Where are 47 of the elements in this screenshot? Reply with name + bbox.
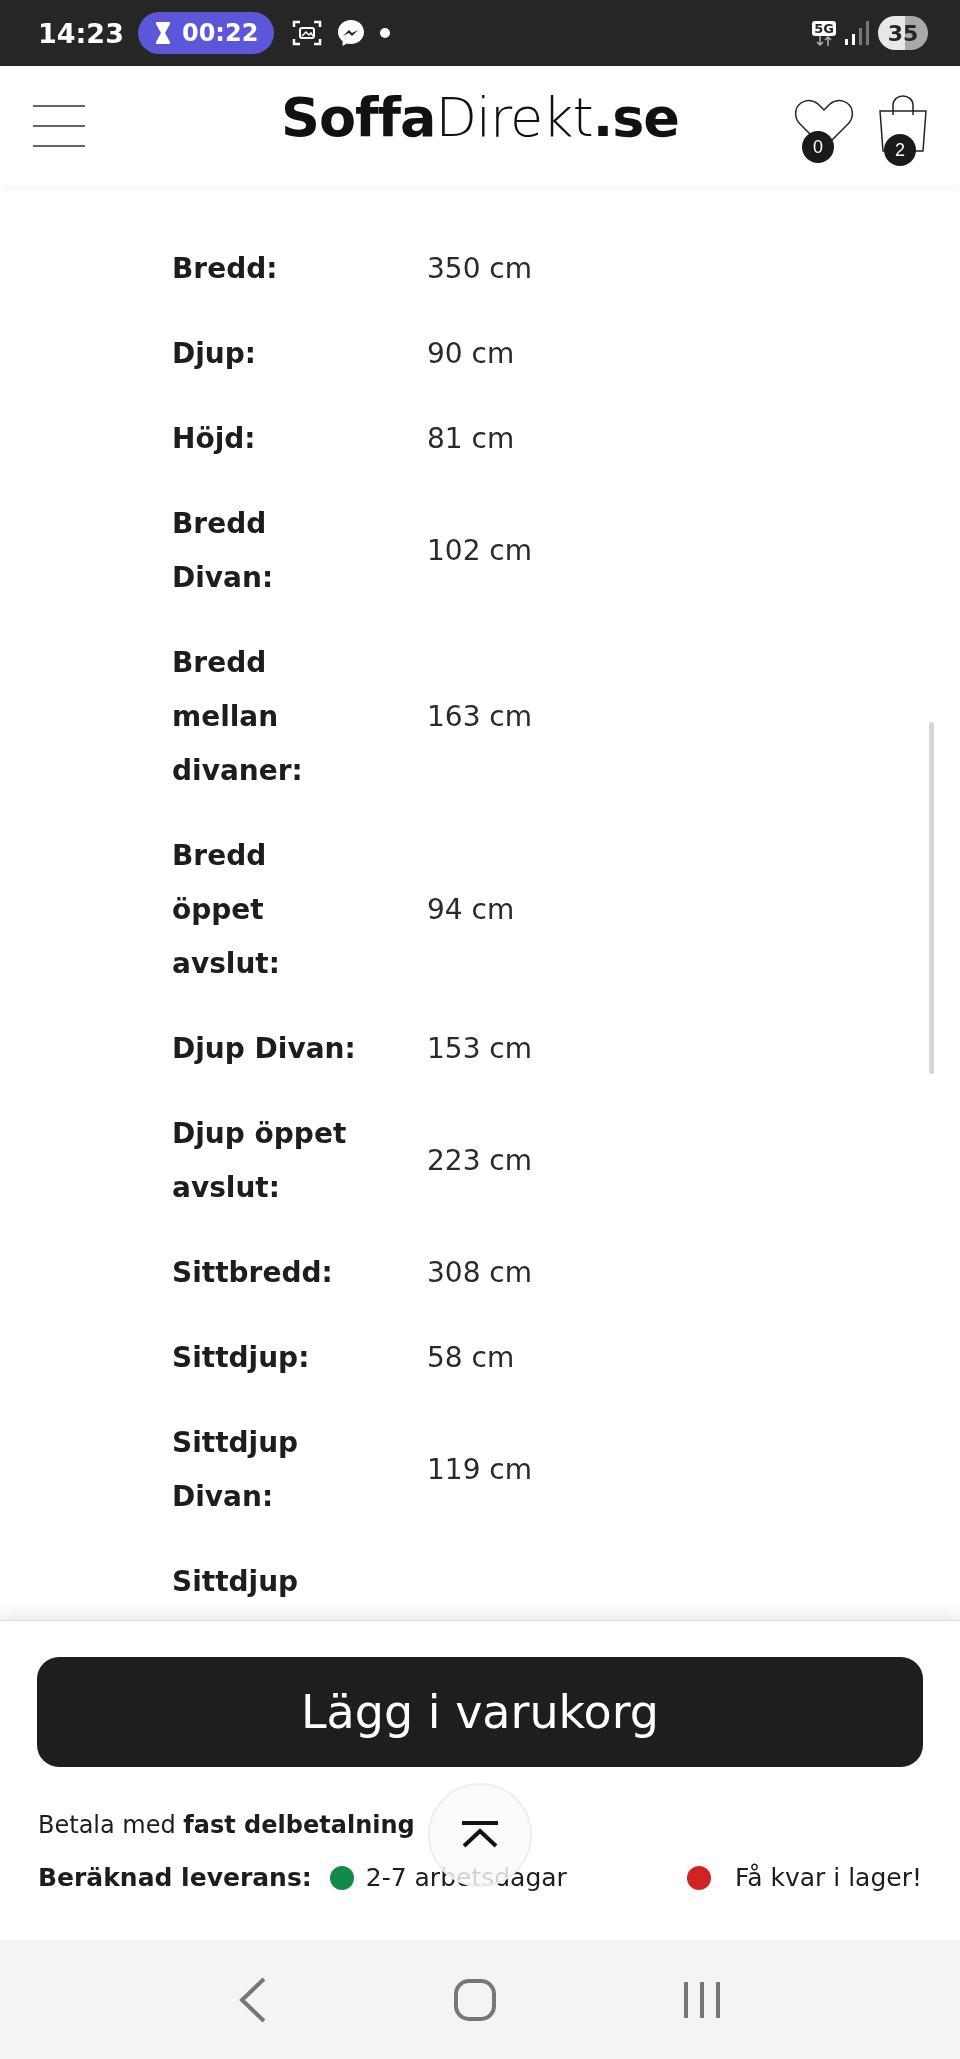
cart-button[interactable]: 2 xyxy=(876,95,930,166)
chat-bubble-icon xyxy=(336,18,367,48)
arrows-icon xyxy=(815,35,834,46)
scrollbar-thumb[interactable] xyxy=(929,722,934,1074)
battery-indicator: 35 xyxy=(878,16,928,50)
stock-status: Få kvar i lager! xyxy=(735,1862,922,1894)
spec-value: 308 cm xyxy=(427,1255,533,1291)
add-to-cart-button[interactable]: Lägg i varukorg xyxy=(37,1657,923,1767)
delivery-label: Beräknad leverans: xyxy=(38,1862,312,1894)
spec-label: Bredd: xyxy=(172,251,279,287)
clock: 14:23 xyxy=(38,17,124,49)
payment-text: Betala med fast delbetalning xyxy=(38,1810,415,1841)
site-logo[interactable]: SoffaDirekt.se xyxy=(281,86,679,149)
spec-label: Sittdjup Divan: xyxy=(172,1425,300,1515)
wishlist-button[interactable]: 0 xyxy=(794,98,854,163)
hourglass-icon xyxy=(153,21,172,45)
dot-icon xyxy=(380,28,391,38)
spec-label: Djup: xyxy=(172,336,257,372)
screenshot-icon xyxy=(292,19,323,47)
spec-label: Sittdjup xyxy=(172,1564,300,1600)
scroll-top-icon xyxy=(460,1820,500,1850)
spec-value: 90 cm xyxy=(427,336,516,372)
spec-value: 163 cm xyxy=(427,699,533,735)
spec-label: Höjd: xyxy=(172,421,257,457)
spec-label: Bredd Divan: xyxy=(172,506,275,596)
spec-value: 119 cm xyxy=(427,1452,533,1488)
count-badge: 2 xyxy=(884,134,916,166)
spec-value: 58 cm xyxy=(427,1340,516,1376)
spec-label: Sittbredd: xyxy=(172,1255,334,1291)
spec-label: Djup Divan: xyxy=(172,1031,357,1067)
spec-value: 153 cm xyxy=(427,1031,533,1067)
spec-value: 223 cm xyxy=(427,1143,533,1179)
spec-value: 350 cm xyxy=(427,251,533,287)
home-icon[interactable] xyxy=(454,1978,496,2021)
spec-value: 81 cm xyxy=(427,421,516,457)
timer-text: 00:22 xyxy=(181,19,259,47)
count-badge: 0 xyxy=(802,131,834,163)
menu-icon[interactable] xyxy=(33,102,85,149)
spec-value: 102 cm xyxy=(427,533,533,569)
spec-value: 94 cm xyxy=(427,892,516,928)
spec-label: Sittdjup: xyxy=(172,1340,311,1376)
spec-label: Bredd mellan divaner: xyxy=(172,645,304,789)
spec-label: Bredd öppet avslut: xyxy=(172,838,281,982)
signal-icon xyxy=(844,19,870,47)
spec-label: Djup öppet avslut: xyxy=(172,1116,348,1206)
back-icon[interactable] xyxy=(238,1976,268,2023)
recent-apps-icon[interactable] xyxy=(682,1979,722,2020)
